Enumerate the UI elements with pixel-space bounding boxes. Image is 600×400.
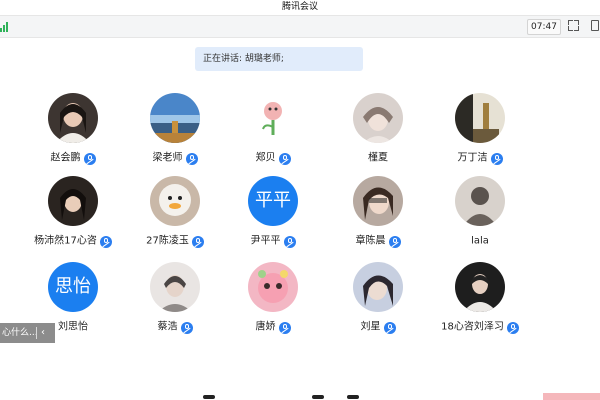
participant-tile[interactable]: 18心咨刘泽习 [425,262,535,342]
avatar [248,93,298,143]
participant-name-row: 槿夏 [323,148,433,164]
participant-tile[interactable]: 梁老师 [120,93,230,173]
participant-name-row: 18心咨刘泽习 [425,317,535,334]
mic-icon [506,321,519,334]
participant-name: 刘思怡 [58,321,88,333]
avatar: 平平 [248,176,298,226]
participant-name-row: 郑贝 [218,148,328,165]
participant-name: 27陈凌玉 [146,235,189,247]
participant-tile[interactable]: 万丁洁 [425,93,535,173]
participant-tile[interactable]: lala [425,176,535,256]
bottom-mark [312,395,324,399]
avatar: 思怡 [48,262,98,312]
bottom-edge [0,392,600,400]
participant-name: 刘星 [360,321,381,333]
participant-name-row: 刘星 [323,317,433,334]
participant-name: 杨沛然17心咨 [34,235,97,247]
signal-icon[interactable] [0,22,8,32]
mic-icon [83,152,96,165]
participant-name-row: 章陈晨 [323,231,433,248]
mic-icon [191,235,204,248]
bottom-mark [203,395,215,399]
avatar [48,93,98,143]
participant-name: 蔡浩 [157,321,178,333]
participant-name: lala [471,235,489,247]
participant-name-row: 万丁洁 [425,148,535,165]
participant-name-row: 蔡浩 [120,317,230,334]
avatar [248,262,298,312]
avatar [353,176,403,226]
device-icon[interactable] [591,20,599,31]
avatar [455,262,505,312]
participant-name-row: 杨沛然17心咨 [18,231,128,248]
mic-icon [383,321,396,334]
participant-tile[interactable]: 杨沛然17心咨 [18,176,128,256]
avatar [455,93,505,143]
participant-name: 郑贝 [255,152,276,164]
app-title: 腾讯会议 [281,2,318,12]
participant-tile[interactable]: 刘星 [323,262,433,342]
mic-icon [388,235,401,248]
participant-name: 槿夏 [368,152,388,164]
avatar [150,93,200,143]
participant-name-row: 赵会鹏 [18,148,128,165]
participant-tile[interactable]: 槿夏 [323,93,433,173]
participant-name: 赵会鹏 [50,152,81,164]
participant-name-row: 尹平平 [218,231,328,248]
participant-name-row: lala [425,231,535,247]
participant-tile[interactable]: 27陈凌玉 [120,176,230,256]
speaking-banner: 正在讲话: 胡璐老师; [195,47,363,71]
avatar [353,262,403,312]
mic-icon [180,321,193,334]
meeting-clock: 07:47 [527,19,561,35]
mic-icon [278,152,291,165]
participant-name-row: 梁老师 [120,148,230,165]
participant-name: 尹平平 [250,235,281,247]
mic-icon [185,152,198,165]
mic-icon [490,152,503,165]
chat-tip-text: 心什么... [2,328,38,338]
bottom-mark [347,395,359,399]
participant-tile[interactable]: 赵会鹏 [18,93,128,173]
participant-name: 18心咨刘泽习 [441,321,504,333]
participant-tile[interactable]: 蔡浩 [120,262,230,342]
participant-name-row: 唐娇 [218,317,328,334]
participant-name: 唐娇 [255,321,276,333]
fullscreen-icon[interactable] [568,20,579,31]
title-bar: 腾讯会议 [0,0,600,14]
collapsed-chat-tip[interactable]: 心什么... ‹ [0,323,55,343]
mic-icon [278,321,291,334]
bottom-highlight [543,393,600,400]
mic-icon [99,235,112,248]
participant-name: 梁老师 [152,152,183,164]
avatar [150,176,200,226]
avatar [150,262,200,312]
avatar [48,176,98,226]
participant-tile[interactable]: 唐娇 [218,262,328,342]
toolbar: 07:47 [0,15,600,38]
mic-icon [283,235,296,248]
chevron-left-icon[interactable]: ‹ [41,323,45,343]
participant-name: 章陈晨 [355,235,386,247]
avatar [455,176,505,226]
participant-tile[interactable]: 郑贝 [218,93,328,173]
participant-tile[interactable]: 章陈晨 [323,176,433,256]
avatar [353,93,403,143]
participant-tile[interactable]: 平平 尹平平 [218,176,328,256]
divider [36,327,37,339]
participant-name: 万丁洁 [457,152,488,164]
participant-name-row: 27陈凌玉 [120,231,230,248]
